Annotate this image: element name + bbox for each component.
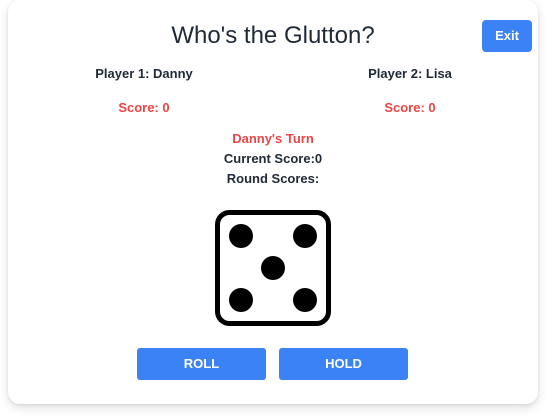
roll-button[interactable]: ROLL	[137, 348, 266, 380]
die-pip	[293, 288, 317, 312]
player-2-score: Score: 0	[384, 100, 436, 115]
die-pip	[229, 288, 253, 312]
die-pip	[293, 224, 317, 248]
current-score: Current Score:0	[223, 151, 323, 166]
player-1-name: Player 1: Danny	[95, 66, 193, 81]
page-title: Who's the Glutton?	[171, 22, 375, 49]
round-scores: Round Scores:	[226, 171, 320, 186]
die-pip	[229, 224, 253, 248]
die-five-icon	[215, 210, 331, 331]
hold-button[interactable]: HOLD	[279, 348, 408, 380]
player-1-score: Score: 0	[118, 100, 170, 115]
die-face	[215, 210, 331, 326]
exit-button[interactable]: Exit	[482, 20, 532, 52]
die-pip	[261, 256, 285, 280]
game-card: Who's the Glutton? Exit Player 1: Danny …	[8, 0, 538, 404]
player-2-name: Player 2: Lisa	[368, 66, 452, 81]
turn-indicator: Danny's Turn	[232, 131, 314, 146]
